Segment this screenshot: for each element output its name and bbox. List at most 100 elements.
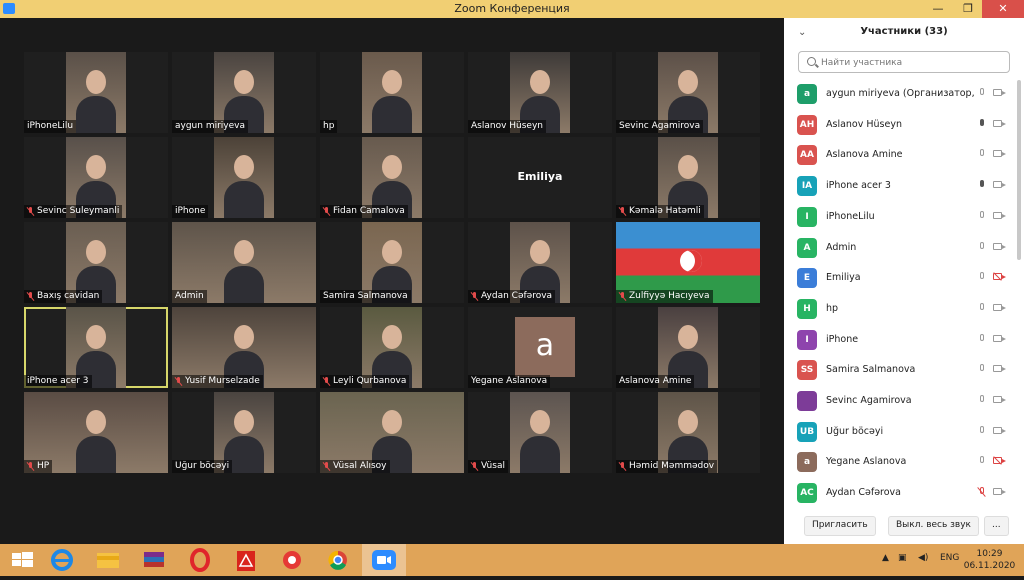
winrar-icon[interactable] <box>132 544 176 576</box>
mic-icon[interactable] <box>979 272 985 282</box>
mic-icon[interactable] <box>979 210 985 221</box>
camera-icon[interactable] <box>993 119 1006 127</box>
mic-icon[interactable] <box>979 395 985 405</box>
language-indicator[interactable]: ENG <box>940 553 959 563</box>
participant-row[interactable]: IiPhone <box>784 326 1024 356</box>
camera-icon[interactable] <box>993 303 1006 311</box>
participant-row[interactable]: E Emiliya <box>784 264 1024 294</box>
participant-row[interactable]: IA iPhone acer 3 <box>784 172 1024 202</box>
tile-name-label: HP <box>24 460 53 473</box>
video-tile[interactable]: a Yegane Aslanova <box>468 307 612 388</box>
mic-icon[interactable] <box>979 302 985 313</box>
acrobat-icon[interactable] <box>224 544 268 576</box>
video-tile[interactable]: iPhoneLilu <box>24 52 168 133</box>
opera-icon[interactable] <box>178 544 222 576</box>
participant-list-scrollbar[interactable] <box>1017 80 1021 260</box>
video-tile[interactable]: Həmid Məmmədov <box>616 392 760 473</box>
search-input[interactable] <box>819 55 1003 71</box>
tray-arrow-icon[interactable]: ▲ <box>882 553 889 563</box>
video-tile[interactable]: Aslanov Hüseyn <box>468 52 612 133</box>
camera-icon[interactable] <box>993 365 1006 373</box>
participant-row[interactable]: Sevinc Agamirova <box>784 387 1024 417</box>
video-tile[interactable]: Leyli Qurbanova <box>320 307 464 388</box>
participant-row[interactable]: UB Uğur böcəyi <box>784 418 1024 448</box>
app-icon[interactable] <box>270 544 314 576</box>
video-tile[interactable]: Admin <box>172 222 316 303</box>
participant-row[interactable]: a aygun miriyeva (Организатор, я) <box>784 80 1024 110</box>
camera-icon[interactable] <box>993 488 1006 496</box>
camera-icon[interactable] <box>993 89 1006 96</box>
camera-icon[interactable] <box>993 242 1006 250</box>
participant-row[interactable]: AH Aslanov Hüseyn <box>784 111 1024 141</box>
network-icon[interactable]: ▣ <box>898 553 907 563</box>
participant-search[interactable] <box>798 51 1010 73</box>
camera-icon[interactable] <box>993 396 1006 403</box>
camera-icon[interactable] <box>993 334 1006 342</box>
video-tile[interactable]: Baxış cavidan <box>24 222 168 303</box>
video-tile[interactable]: Vüsal <box>468 392 612 473</box>
chrome-icon[interactable] <box>316 544 360 576</box>
video-tile[interactable]: aygun miriyeva <box>172 52 316 133</box>
invite-button[interactable]: Пригласить <box>804 516 876 536</box>
video-tile[interactable]: Fidan Camalova <box>320 137 464 218</box>
video-tile[interactable]: Uğur böcəyi <box>172 392 316 473</box>
person-head <box>530 240 550 264</box>
video-tile[interactable]: hp <box>320 52 464 133</box>
camera-icon[interactable] <box>993 211 1006 219</box>
video-tile[interactable]: iPhone acer 3 <box>24 307 168 388</box>
tile-name-label: Uğur böcəyi <box>172 460 233 473</box>
mic-icon[interactable] <box>979 456 985 466</box>
camera-icon[interactable] <box>993 426 1006 434</box>
camera-icon[interactable] <box>993 150 1006 158</box>
mic-muted-icon[interactable] <box>979 487 985 497</box>
participant-row[interactable]: A Admin <box>784 234 1024 264</box>
restore-button[interactable]: ❐ <box>954 0 982 18</box>
person-head <box>678 70 698 94</box>
person-head <box>382 325 402 349</box>
video-tile[interactable]: Aydan Cəfərova <box>468 222 612 303</box>
video-tile[interactable]: Aslanova Amine <box>616 307 760 388</box>
mic-icon[interactable] <box>979 149 985 159</box>
mic-icon[interactable] <box>979 118 985 129</box>
participant-row[interactable]: a Yegane Aslanova <box>784 448 1024 478</box>
video-tile[interactable]: Yusif Murselzade <box>172 307 316 388</box>
mic-icon[interactable] <box>979 364 985 374</box>
more-button[interactable]: ... <box>984 516 1009 536</box>
start-button[interactable] <box>0 544 44 576</box>
video-tile[interactable]: Sevinc Agamirova <box>616 52 760 133</box>
zoom-taskbar-icon[interactable] <box>362 544 406 576</box>
video-tile[interactable]: Emiliya <box>468 137 612 218</box>
mic-icon[interactable] <box>979 180 985 190</box>
person-head <box>234 410 254 434</box>
volume-icon[interactable]: ◀) <box>918 553 928 563</box>
participant-row[interactable]: AC Aydan Cəfərova <box>784 479 1024 509</box>
participant-row[interactable]: IiPhoneLilu <box>784 203 1024 233</box>
file-explorer-icon[interactable] <box>86 544 130 576</box>
video-tile[interactable]: Kəmalə Hatəmli <box>616 137 760 218</box>
taskbar-clock[interactable]: 10:29 06.11.2020 <box>962 548 1017 572</box>
participant-row[interactable]: Hhp <box>784 295 1024 325</box>
video-tile[interactable]: Sevinc Suleymanli <box>24 137 168 218</box>
mute-all-button[interactable]: Выкл. весь звук <box>888 516 979 536</box>
minimize-button[interactable]: — <box>924 0 952 18</box>
participant-name: Yegane Aslanova <box>826 456 907 468</box>
video-tile[interactable]: Vüsal Alısoy <box>320 392 464 473</box>
camera-icon[interactable] <box>993 181 1006 189</box>
mic-icon[interactable] <box>979 241 985 252</box>
internet-explorer-icon[interactable] <box>40 544 84 576</box>
mic-icon[interactable] <box>979 88 985 98</box>
close-button[interactable]: ✕ <box>982 0 1024 18</box>
camera-off-icon[interactable] <box>993 273 1006 281</box>
video-tile[interactable]: HP <box>24 392 168 473</box>
mic-icon[interactable] <box>979 333 985 344</box>
person-head <box>234 70 254 94</box>
camera-off-icon[interactable] <box>993 457 1006 465</box>
participant-row[interactable]: AA Aslanova Amine <box>784 141 1024 171</box>
participant-row[interactable]: SS Samira Salmanova <box>784 356 1024 386</box>
mic-icon[interactable] <box>979 425 985 436</box>
video-tile[interactable]: Zulfiyyə Hacıyeva <box>616 222 760 303</box>
video-tile[interactable]: iPhone <box>172 137 316 218</box>
tile-name-label: Kəmalə Hatəmli <box>616 205 704 218</box>
video-tile[interactable]: Samira Salmanova <box>320 222 464 303</box>
participant-avatar: UB <box>797 421 817 442</box>
